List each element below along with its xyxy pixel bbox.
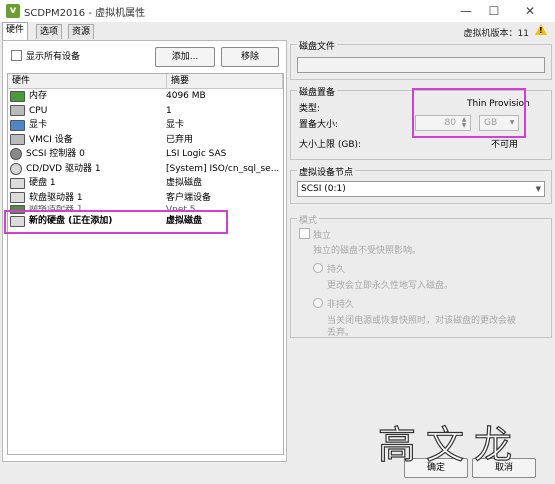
row-summary: 虚拟磁盘 — [166, 178, 203, 188]
disk-provision-title: 磁盘置备 — [297, 85, 338, 98]
hardware-list: 硬件 摘要 内存 4096 MB CPU 1 显卡 显卡 VMCI 设备 已弃用 SCS… — [7, 73, 284, 455]
vmci-icon — [10, 134, 25, 146]
disk-file-title: 磁盘文件 — [297, 39, 338, 52]
disk-file-group: 磁盘文件 — [290, 39, 552, 80]
table-row[interactable]: 内存 4096 MB — [8, 89, 283, 104]
window-title: SCDPM2016 - 虚拟机属性 — [24, 8, 146, 19]
max-size-label: 大小上限 (GB): — [299, 140, 362, 150]
chevron-down-icon: ▼ — [535, 185, 541, 193]
display-icon — [10, 119, 25, 131]
persistent-radio[interactable] — [313, 263, 323, 273]
row-summary: 1 — [166, 105, 172, 116]
maximize-button[interactable]: ☐ — [482, 2, 506, 20]
max-size-value: 不可用 — [491, 140, 519, 150]
table-row[interactable]: 显卡 显卡 — [8, 118, 283, 133]
nonpersistent-desc-1: 当关闭电源或恢复快照时，对该磁盘的更改会被 — [327, 316, 517, 326]
scsi-controller-icon — [10, 148, 22, 161]
nonpersistent-desc-2: 丢弃。 — [327, 328, 355, 338]
persistent-label: 持久 — [327, 265, 346, 275]
warning-icon: ! — [535, 24, 547, 35]
row-summary: LSI Logic SAS — [166, 149, 227, 159]
virtual-device-node-value: SCSI (0:1) — [301, 184, 346, 194]
row-name: CD/DVD 驱动器 1 — [26, 163, 101, 174]
table-row[interactable]: SCSI 控制器 0 LSI Logic SAS — [8, 147, 283, 162]
hard-disk-icon — [10, 177, 25, 189]
type-label: 类型: — [299, 104, 321, 114]
minimize-button[interactable]: — — [454, 2, 478, 20]
tab-options[interactable]: 选项 — [36, 24, 63, 39]
table-row[interactable]: 软盘驱动器 1 客户端设备 — [8, 191, 283, 206]
vm-properties-window: v SCDPM2016 - 虚拟机属性 — ☐ ✕ 硬件 选项 资源 虚拟机版本… — [0, 0, 555, 484]
table-row[interactable]: CD/DVD 驱动器 1 [System] ISO/cn_sql_se... — [8, 162, 283, 177]
row-summary: 显卡 — [166, 120, 185, 130]
virtual-device-node-title: 虚拟设备节点 — [297, 165, 356, 178]
independent-checkbox[interactable] — [299, 228, 310, 239]
remove-button[interactable]: 移除 — [221, 47, 279, 67]
row-name: 显卡 — [29, 120, 48, 130]
list-header: 硬件 摘要 — [8, 74, 283, 89]
nonpersistent-label: 非持久 — [327, 300, 355, 310]
mode-group: 模式 独立 独立的磁盘不受快照影响。 持久 更改会立即永久性地写入磁盘。 非持久… — [290, 213, 552, 338]
show-all-devices-label: 显示所有设备 — [26, 52, 81, 62]
table-row[interactable]: 硬盘 1 虚拟磁盘 — [8, 176, 283, 191]
row-name: CPU — [29, 105, 48, 116]
table-row[interactable]: VMCI 设备 已弃用 — [8, 133, 283, 148]
memory-icon — [10, 90, 25, 102]
tab-hardware[interactable]: 硬件 — [2, 22, 29, 40]
row-name: 硬盘 1 — [29, 178, 56, 188]
show-all-devices-option[interactable]: 显示所有设备 — [11, 49, 80, 62]
virtual-device-node-select[interactable]: SCSI (0:1) ▼ — [297, 181, 545, 197]
author-watermark: 高文龙 — [377, 422, 523, 467]
row-name: VMCI 设备 — [29, 134, 73, 145]
add-button[interactable]: 添加... — [155, 47, 215, 67]
independent-label: 独立 — [313, 231, 332, 241]
mode-title: 模式 — [297, 213, 320, 226]
highlight-provision-settings — [412, 88, 526, 138]
cd-dvd-icon — [10, 162, 22, 175]
tab-resources[interactable]: 资源 — [68, 24, 95, 39]
cpu-icon — [10, 105, 25, 117]
persistent-desc: 更改会立即永久性地写入磁盘。 — [327, 281, 454, 291]
vsphere-app-icon: v — [6, 4, 20, 18]
size-label: 置备大小: — [299, 120, 339, 130]
virtual-device-node-group: 虚拟设备节点 SCSI (0:1) ▼ — [290, 165, 552, 204]
row-summary: [System] ISO/cn_sql_se... — [166, 163, 280, 174]
highlight-new-disk-row — [4, 210, 228, 234]
column-hardware[interactable]: 硬件 — [8, 74, 167, 88]
row-name: SCSI 控制器 0 — [26, 149, 85, 159]
hardware-panel: 显示所有设备 添加... 移除 硬件 摘要 内存 4096 MB CPU 1 显卡显… — [2, 40, 287, 462]
row-name: 软盘驱动器 1 — [29, 192, 83, 203]
column-summary[interactable]: 摘要 — [167, 74, 283, 88]
independent-desc: 独立的磁盘不受快照影响。 — [313, 246, 422, 256]
show-all-devices-checkbox[interactable] — [11, 50, 22, 61]
nonpersistent-radio[interactable] — [313, 298, 323, 308]
row-name: 内存 — [29, 91, 48, 101]
close-button[interactable]: ✕ — [518, 2, 542, 20]
tab-bar: 硬件 选项 资源 — [0, 22, 290, 40]
row-summary: 客户端设备 — [166, 192, 212, 203]
row-summary: 4096 MB — [166, 91, 206, 101]
title-bar: v SCDPM2016 - 虚拟机属性 — ☐ ✕ — [0, 0, 555, 22]
floppy-icon — [10, 192, 25, 204]
row-summary: 已弃用 — [166, 134, 194, 145]
table-row[interactable]: CPU 1 — [8, 104, 283, 119]
disk-file-field — [297, 57, 545, 73]
